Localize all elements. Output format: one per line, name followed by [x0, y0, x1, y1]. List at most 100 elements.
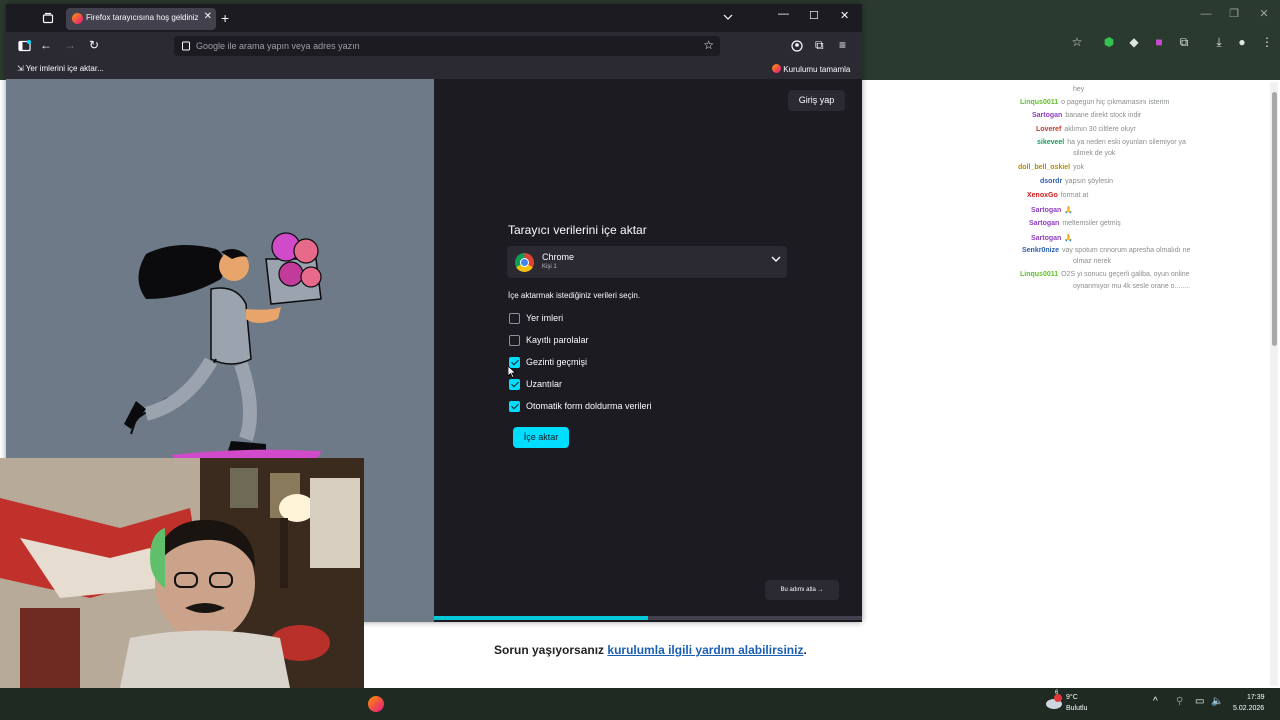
chevron-up-icon[interactable]: ^	[1153, 696, 1158, 707]
chat-username[interactable]: Senkr0nize	[1022, 247, 1059, 254]
chat-text: meltemsiler getmiş	[1062, 220, 1121, 227]
chat-username[interactable]: XenoxGo	[1027, 192, 1058, 199]
reload-icon[interactable]: ↻	[89, 38, 99, 52]
forward-icon: →	[64, 38, 76, 52]
webcam-overlay	[0, 458, 364, 688]
import-option-label: Otomatik form doldurma verileri	[526, 401, 652, 411]
list-all-tabs-icon[interactable]	[723, 13, 733, 21]
skip-button[interactable]: Bu adımı atla →	[765, 580, 839, 600]
browser-name: Chrome	[542, 252, 575, 262]
finish-setup-link[interactable]: Kurulumu tamamla	[772, 64, 850, 74]
close-window-icon[interactable]: ✕	[840, 9, 849, 22]
chat-text: olmaz nerek	[1073, 258, 1112, 265]
chat-message: silmek de yok	[1073, 150, 1115, 157]
skip-label: Bu adımı atla	[780, 587, 816, 593]
chat-username[interactable]: Sartogan	[1029, 220, 1059, 227]
chat-text: yok	[1073, 164, 1085, 171]
chat-message: oynanmıyor mu 4k sesle orane o........	[1073, 283, 1190, 290]
bg-menu-icon[interactable]: ⋮	[1258, 35, 1276, 49]
signin-button[interactable]: Giriş yap	[788, 90, 845, 111]
chat-message: olmaz nerek	[1073, 258, 1111, 265]
import-option-label: Gezinti geçmişi	[526, 357, 588, 367]
usb-icon[interactable]: ⚲	[1176, 696, 1183, 707]
chat-text: aklımın 30 ciltlere oluyr	[1064, 126, 1136, 133]
background-scrollbar-thumb[interactable]	[1272, 92, 1277, 346]
bookmark-star-icon[interactable]: ☆	[703, 38, 714, 52]
extensions-icon[interactable]: ⧉	[815, 38, 824, 53]
chat-text: O2S yi sonucu geçerli galiba, oyun onlin…	[1061, 271, 1190, 278]
chat-username[interactable]: Sartogan	[1031, 235, 1061, 242]
new-tab-icon[interactable]: +	[221, 10, 229, 26]
chat-username[interactable]: doll_bell_oskiel	[1018, 164, 1070, 171]
volume-icon[interactable]: 🔈	[1211, 696, 1223, 707]
chat-message: Sartogan 🙏	[1031, 206, 1073, 214]
bg-shield-extension-icon[interactable]: ⬢	[1100, 35, 1118, 49]
weather-temp: 9°C	[1066, 694, 1078, 701]
bg-star-icon[interactable]: ☆	[1068, 35, 1086, 49]
import-title: Tarayıcı verilerini içe aktar	[508, 223, 647, 237]
mouse-cursor-icon	[508, 366, 516, 378]
chevron-down-icon	[771, 256, 781, 262]
chat-username[interactable]: dsordr	[1040, 178, 1062, 185]
chat-text: o pagegun hiç çıkmamasını isterim	[1061, 99, 1170, 106]
chat-text: 🙏	[1064, 235, 1074, 242]
chat-message: Linqus0011 O2S yi sonucu geçerli galiba, …	[1020, 271, 1190, 278]
bg-close-icon[interactable]: ✕	[1244, 4, 1280, 24]
import-button[interactable]: İçe aktar	[513, 427, 569, 448]
minimize-icon[interactable]: —	[778, 8, 789, 20]
chat-message: Sartogan meltemsiler getmiş	[1029, 220, 1121, 227]
tab-welcome[interactable]: Firefox tarayıcısına hoş geldiniz ✕	[66, 8, 216, 30]
chrome-icon	[515, 253, 534, 272]
import-option-label: Kayıtlı parolalar	[526, 335, 589, 345]
firefox-taskbar-icon[interactable]	[368, 696, 384, 712]
chat-message: Senkr0nize vay spotum cnnorum apresha olm…	[1022, 247, 1190, 254]
chat-username[interactable]: sikeveel	[1037, 139, 1064, 146]
clock-time[interactable]: 17:39	[1247, 694, 1265, 701]
checkbox-checked[interactable]	[509, 379, 520, 390]
bg-download-icon[interactable]: ⤓	[1210, 35, 1228, 49]
bg-extension2-icon[interactable]: ■	[1150, 35, 1168, 49]
checkbox-checked[interactable]	[509, 401, 520, 412]
url-placeholder: Google ile arama yapın veya adres yazın	[196, 41, 360, 51]
app-menu-icon[interactable]: ≡	[839, 38, 846, 52]
taskbar: 6 9°C Bulutlu ^ ⚲ ▭ 🔈 17:39 5.02.2026	[0, 688, 1280, 720]
sidebar-toggle-icon[interactable]	[18, 40, 31, 52]
browser-profile: Kişi 1	[542, 264, 557, 270]
bg-puzzle-icon[interactable]: ⧉	[1175, 35, 1193, 49]
chat-message: Linqus0011 o pagegun hiç çıkmamasını iste…	[1020, 99, 1169, 106]
onboarding-progress	[434, 616, 862, 620]
chat-username[interactable]: Linqus0011	[1020, 271, 1058, 278]
bookmarks-toolbar: ⇲ Yer imlerini içe aktar... Kurulumu tam…	[6, 60, 862, 79]
chat-username[interactable]: Loveref	[1036, 126, 1061, 133]
weather-cloud-icon[interactable]	[1045, 694, 1063, 710]
chat-username[interactable]: Sartogan	[1032, 112, 1062, 119]
url-bar[interactable]: Google ile arama yapın veya adres yazın …	[174, 36, 720, 56]
tab-close-icon[interactable]: ✕	[204, 11, 212, 22]
help-link[interactable]: kurulumla ilgili yardım alabilirsiniz	[607, 643, 803, 657]
chat-message: doll_bell_oskiel yok	[1018, 164, 1084, 171]
import-bookmarks-link[interactable]: ⇲ Yer imlerini içe aktar...	[17, 64, 104, 73]
chat-text: format at	[1060, 192, 1089, 199]
help-text-suffix: .	[803, 643, 807, 657]
chat-message: XenoxGo format at	[1027, 192, 1088, 199]
back-icon[interactable]: ←	[40, 38, 52, 52]
bg-extension-icon[interactable]: ◆	[1125, 35, 1143, 49]
chat-text: 🙏	[1064, 207, 1074, 214]
tab-list-icon[interactable]	[42, 12, 54, 24]
chat-username[interactable]: Linqus0011	[1020, 99, 1058, 106]
browser-select[interactable]: Chrome Kişi 1	[507, 246, 787, 278]
chat-text: yapsın şöylesin	[1065, 178, 1114, 185]
bg-profile-icon[interactable]: ●	[1233, 35, 1251, 49]
import-option-label: Yer imleri	[526, 313, 564, 323]
checkbox-unchecked[interactable]	[509, 335, 520, 346]
checkbox-unchecked[interactable]	[509, 313, 520, 324]
import-description: İçe aktarmak istediğiniz verileri seçin.	[508, 291, 641, 300]
help-text-prefix: Sorun yaşıyorsanız	[494, 643, 605, 657]
chat-message: Loveref aklımın 30 ciltlere oluyr	[1036, 126, 1136, 133]
maximize-icon[interactable]: ☐	[809, 9, 819, 22]
clock-date[interactable]: 5.02.2026	[1233, 705, 1264, 712]
chat-message: hey	[1073, 86, 1084, 93]
account-icon[interactable]	[791, 40, 803, 52]
chat-username[interactable]: Sartogan	[1031, 207, 1061, 214]
display-icon[interactable]: ▭	[1195, 696, 1204, 707]
